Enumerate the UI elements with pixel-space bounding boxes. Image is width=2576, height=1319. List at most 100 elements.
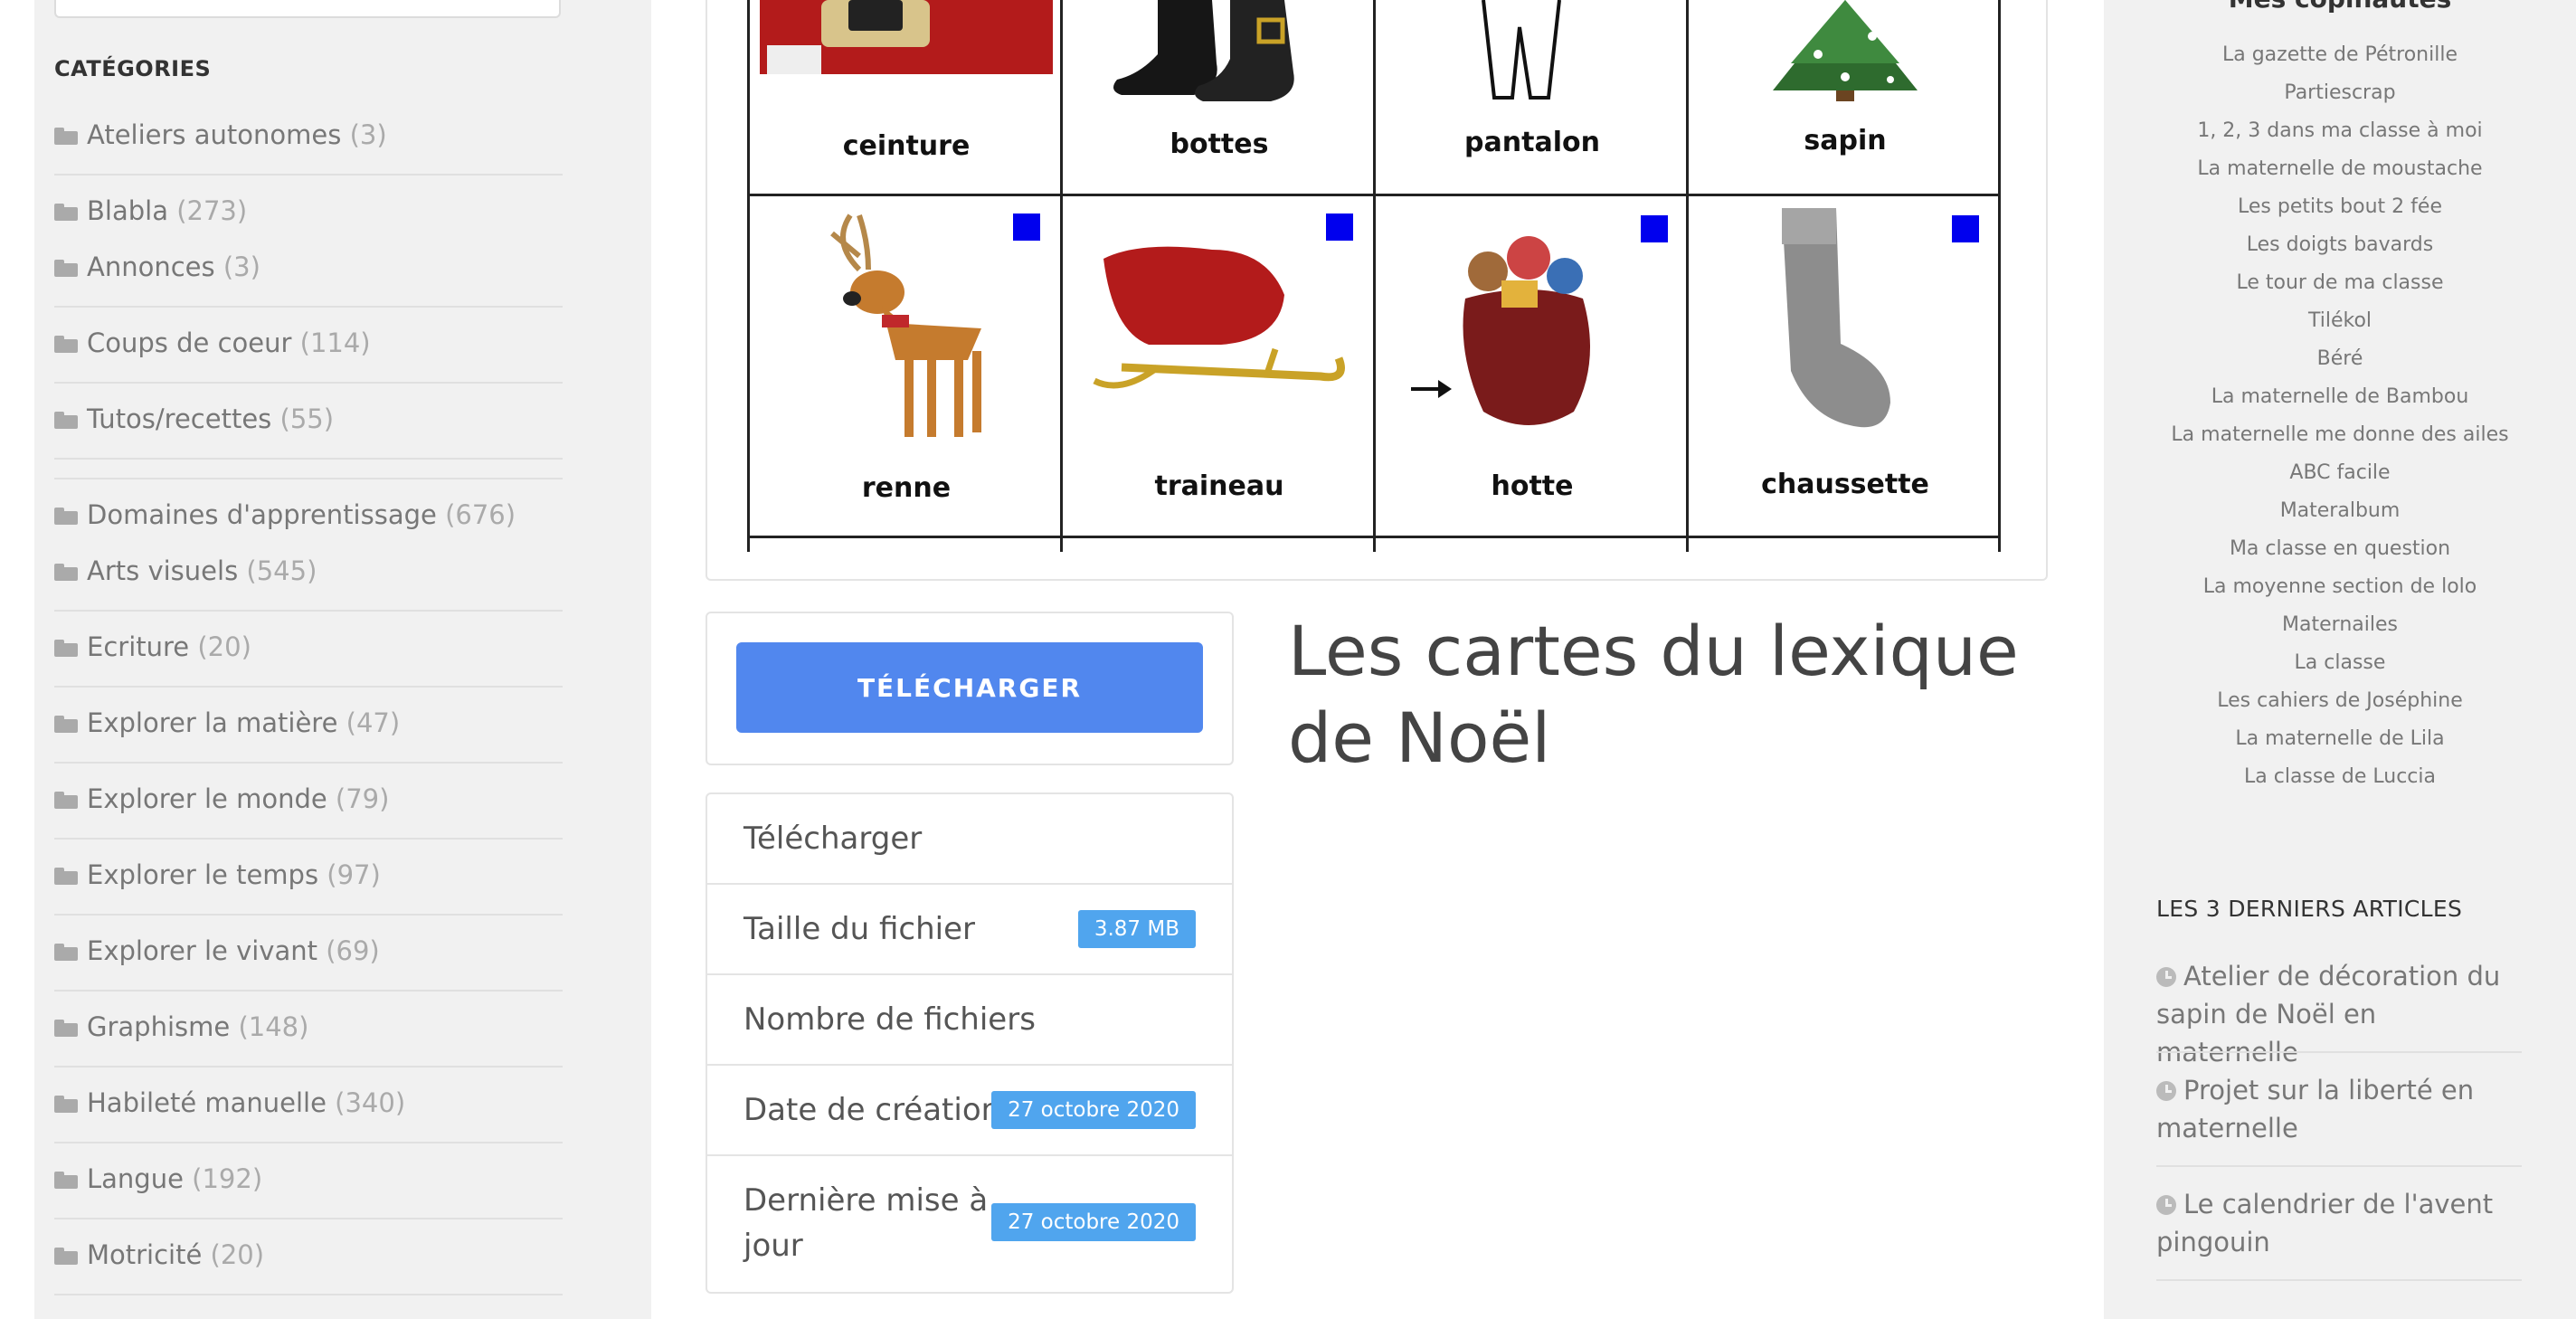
divider (54, 1066, 563, 1068)
blogroll-link[interactable]: La classe de Luccia (2104, 765, 2576, 788)
belt-picture (760, 0, 1053, 74)
folder-icon (54, 792, 78, 809)
recent-article-title: Le calendrier de l'avent pingouin (2156, 1189, 2494, 1257)
grid-line (1373, 0, 1376, 552)
blogroll-link[interactable]: La gazette de Pétronille (2104, 43, 2576, 66)
category-count: (192) (192, 1163, 263, 1194)
category-name: Ateliers autonomes (87, 119, 342, 150)
category-name: Explorer le temps (87, 859, 319, 890)
updated-date-badge: 27 octobre 2020 (991, 1203, 1196, 1241)
blogroll-link[interactable]: Les cahiers de Joséphine (2104, 689, 2576, 712)
blogroll-link[interactable]: Le tour de ma classe (2104, 271, 2576, 294)
category-item[interactable]: Graphisme (148) (54, 1011, 563, 1042)
blue-marker (1641, 215, 1668, 242)
divider (54, 838, 563, 840)
category-item[interactable]: Annonces (3) (54, 251, 563, 282)
folder-icon (54, 1020, 78, 1037)
category-name: Coups de coeur (87, 327, 292, 358)
category-item[interactable]: Habileté manuelle (340) (54, 1087, 563, 1118)
blogroll-link[interactable]: Les doigts bavards (2104, 233, 2576, 256)
category-item[interactable]: Langue (192) (54, 1163, 563, 1194)
category-name: Arts visuels (87, 555, 239, 586)
blogroll-link[interactable]: Maternailes (2104, 613, 2576, 636)
category-count: (3) (349, 119, 387, 150)
blogroll-link[interactable]: La maternelle me donne des ailes (2104, 423, 2576, 446)
file-size-label: Taille du fichier (743, 911, 975, 947)
sleigh-picture (1093, 246, 1345, 389)
category-item[interactable]: Explorer la matière (47) (54, 707, 563, 738)
blogroll-link[interactable]: Tilékol (2104, 309, 2576, 332)
folder-icon (54, 260, 78, 277)
card-label: renne (861, 472, 952, 504)
recent-article-title: Projet sur la liberté en maternelle (2156, 1075, 2475, 1143)
category-count: (3) (223, 251, 260, 282)
folder-icon (54, 944, 78, 961)
info-row-updated: Dernière mise à jour 27 octobre 2020 (707, 1156, 1232, 1292)
blue-marker (1326, 214, 1353, 241)
santa-sack-picture (1411, 236, 1590, 425)
category-item[interactable]: Arts visuels (545) (54, 555, 563, 586)
category-name: Habileté manuelle (87, 1087, 327, 1118)
recent-article-link[interactable]: Atelier de décoration du sapin de Noël e… (2156, 957, 2522, 1071)
divider (54, 174, 563, 176)
blogroll-link[interactable]: 1, 2, 3 dans ma classe à moi (2104, 119, 2576, 142)
folder-icon (54, 640, 78, 657)
category-item[interactable]: Explorer le vivant (69) (54, 935, 563, 966)
boots-picture (1113, 0, 1294, 101)
category-count: (340) (335, 1087, 406, 1118)
search-input[interactable] (54, 0, 561, 18)
folder-icon (54, 1248, 78, 1265)
category-name: Motricité (87, 1239, 203, 1270)
blogroll-link[interactable]: Materalbum (2104, 499, 2576, 522)
divider (54, 1218, 563, 1219)
updated-label: Dernière mise à jour (743, 1182, 989, 1264)
category-count: (69) (326, 935, 380, 966)
category-item[interactable]: Domaines d'apprentissage (676) (54, 499, 563, 530)
category-name: Langue (87, 1163, 184, 1194)
folder-icon (54, 412, 78, 429)
clock-icon (2156, 1081, 2176, 1101)
blogroll-link[interactable]: La maternelle de Lila (2104, 727, 2576, 750)
category-name: Tutos/recettes (87, 403, 272, 434)
category-item[interactable]: Blabla (273) (54, 195, 563, 226)
folder-icon (54, 868, 78, 885)
category-name: Domaines d'apprentissage (87, 499, 437, 530)
category-item[interactable]: Motricité (20) (54, 1239, 563, 1270)
category-item[interactable]: Tutos/recettes (55) (54, 403, 563, 434)
recent-article-link[interactable]: Le calendrier de l'avent pingouin (2156, 1185, 2522, 1261)
recent-article-link[interactable]: Projet sur la liberté en maternelle (2156, 1071, 2522, 1147)
divider (54, 990, 563, 992)
category-item[interactable]: Ecriture (20) (54, 631, 563, 662)
blogroll-link[interactable]: La maternelle de moustache (2104, 157, 2576, 180)
divider (2156, 1051, 2522, 1053)
category-count: (114) (299, 327, 371, 358)
blogroll-link[interactable]: ABC facile (2104, 461, 2576, 484)
blogroll-link[interactable]: Les petits bout 2 fée (2104, 195, 2576, 218)
category-item[interactable]: Coups de coeur (114) (54, 327, 563, 358)
divider (54, 610, 563, 612)
blogroll-link[interactable]: Partiescrap (2104, 81, 2576, 104)
category-count: (79) (335, 783, 390, 814)
divider (54, 1142, 563, 1143)
category-count: (20) (197, 631, 251, 662)
category-name: Blabla (87, 195, 168, 226)
blogroll-link[interactable]: La classe (2104, 651, 2576, 674)
folder-icon (54, 716, 78, 733)
category-count: (55) (279, 403, 335, 434)
blogroll-link[interactable]: La moyenne section de lolo (2104, 575, 2576, 598)
info-row-file-count: Nombre de fichiers (707, 975, 1232, 1066)
category-item[interactable]: Explorer le monde (79) (54, 783, 563, 814)
info-row-header: Télécharger (707, 794, 1232, 885)
blogroll-title: Mes copinautes (2104, 0, 2576, 14)
download-button[interactable]: TÉLÉCHARGER (736, 642, 1203, 733)
file-info-table: Télécharger Taille du fichier 3.87 MB No… (706, 792, 1234, 1294)
folder-icon (54, 1172, 78, 1189)
blogroll-link[interactable]: Béré (2104, 347, 2576, 370)
christmas-tree-picture (1773, 0, 1918, 101)
category-item[interactable]: Explorer le temps (97) (54, 859, 563, 890)
folder-icon (54, 336, 78, 353)
blogroll-link[interactable]: La maternelle de Bambou (2104, 385, 2576, 408)
blogroll-link[interactable]: Ma classe en question (2104, 537, 2576, 560)
divider (54, 458, 563, 460)
category-item[interactable]: Ateliers autonomes (3) (54, 119, 563, 150)
